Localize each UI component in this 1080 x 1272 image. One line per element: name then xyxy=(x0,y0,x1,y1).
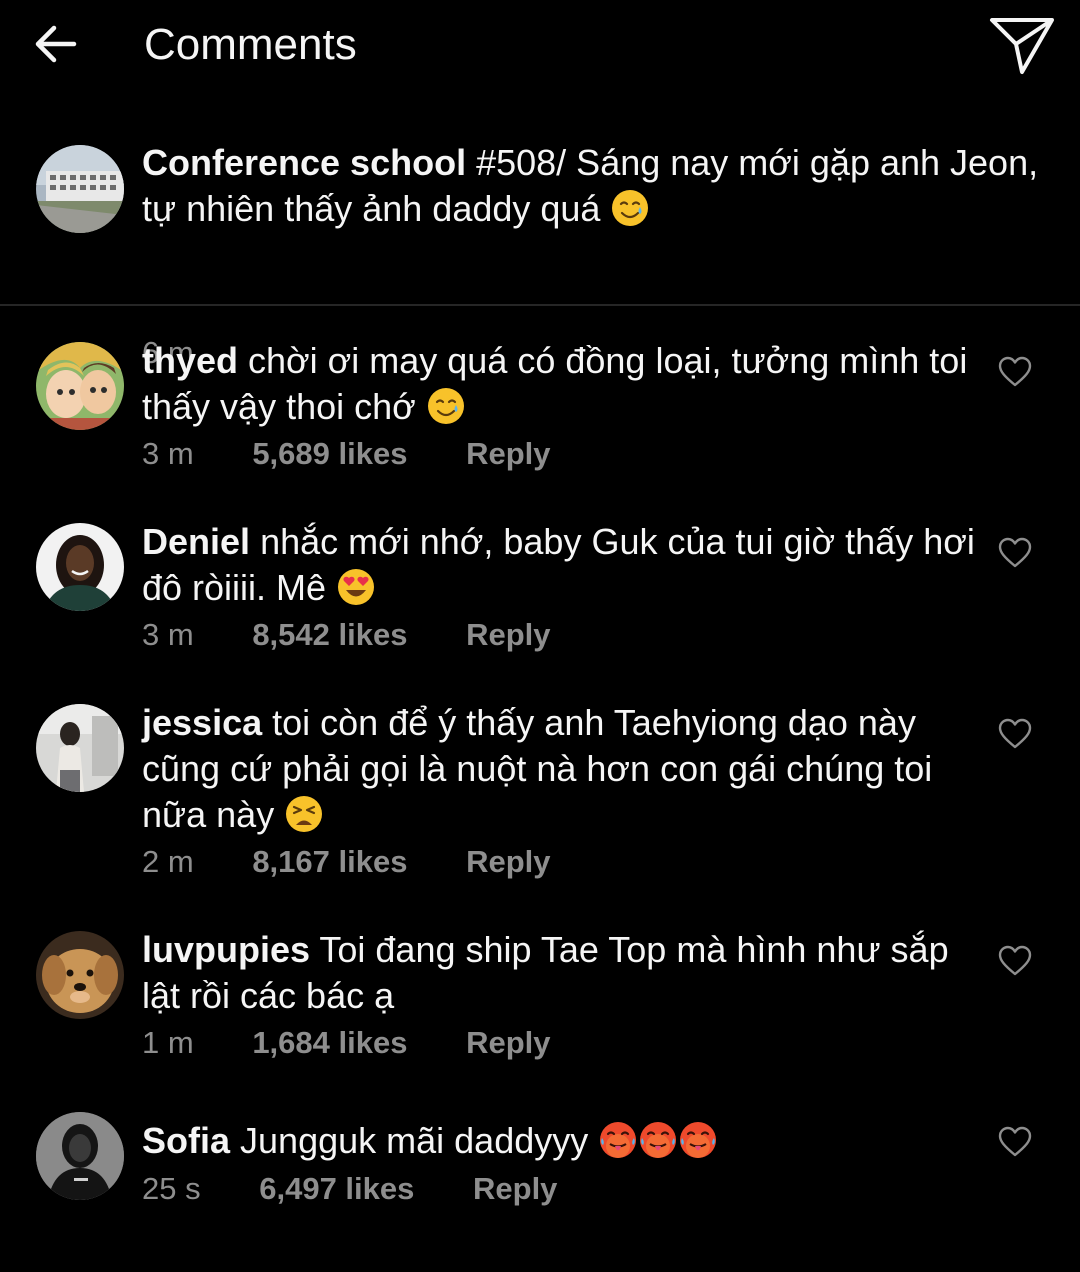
smiling-face-with-tear-emoji xyxy=(427,388,464,424)
comment-body: nhắc mới nhớ, baby Guk của tui giờ thấy … xyxy=(142,521,975,608)
reply-button[interactable]: Reply xyxy=(466,1023,550,1063)
likes-count[interactable]: 8,542 likes xyxy=(252,615,407,655)
comment-item: jessica toi còn để ý thấy anh Taehyiong … xyxy=(0,668,1080,894)
likes-count[interactable]: 8,167 likes xyxy=(252,842,407,882)
avatar[interactable] xyxy=(36,342,124,430)
hot-face-emoji xyxy=(680,1122,717,1158)
comment-item: luvpupies Toi đang ship Tae Top mà hình … xyxy=(0,895,1080,1075)
comment-username[interactable]: thyed xyxy=(142,340,238,381)
comment-item: thyed chời ơi may quá có đồng loại, tưởn… xyxy=(0,306,1080,486)
heart-outline-icon[interactable] xyxy=(998,718,1032,750)
reply-button[interactable]: Reply xyxy=(473,1169,557,1209)
heart-eyes-emoji xyxy=(338,569,375,605)
smiling-face-with-tear-emoji xyxy=(612,190,649,226)
comment-body: Jungguk mãi daddyyy xyxy=(240,1120,589,1161)
avatar[interactable] xyxy=(36,145,124,233)
comment-meta: 2 m 8,167 likes Reply xyxy=(142,842,551,882)
likes-count[interactable]: 1,684 likes xyxy=(252,1023,407,1063)
share-button[interactable] xyxy=(988,14,1056,78)
heart-outline-icon[interactable] xyxy=(998,537,1032,569)
comment-text: jessica toi còn để ý thấy anh Taehyiong … xyxy=(142,700,992,838)
top-bar: Comments xyxy=(0,0,1080,96)
hot-face-emoji xyxy=(640,1122,677,1158)
comment-body: chời ơi may quá có đồng loại, tưởng mình… xyxy=(142,340,968,427)
reply-button[interactable]: Reply xyxy=(466,615,550,655)
timestamp: 1 m xyxy=(142,1025,194,1060)
avatar[interactable] xyxy=(36,523,124,611)
back-button[interactable] xyxy=(30,20,82,68)
likes-count[interactable]: 6,497 likes xyxy=(259,1169,414,1209)
comment-item: Deniel nhắc mới nhớ, baby Guk của tui gi… xyxy=(0,487,1080,667)
comment-text: Deniel nhắc mới nhớ, baby Guk của tui gi… xyxy=(142,519,992,611)
arrow-left-icon xyxy=(35,25,77,63)
avatar[interactable] xyxy=(36,1112,124,1200)
comment-meta: 3 m 5,689 likes Reply xyxy=(142,434,551,474)
comment-meta: 25 s 6,497 likes Reply xyxy=(142,1169,557,1209)
comment-username[interactable]: Sofia xyxy=(142,1120,230,1161)
paper-plane-icon xyxy=(990,18,1054,74)
heart-outline-icon[interactable] xyxy=(998,945,1032,977)
hot-face-emoji xyxy=(600,1122,637,1158)
heart-outline-icon[interactable] xyxy=(998,356,1032,388)
comment-text: luvpupies Toi đang ship Tae Top mà hình … xyxy=(142,927,992,1019)
reply-button[interactable]: Reply xyxy=(466,434,550,474)
comment-username[interactable]: Deniel xyxy=(142,521,250,562)
caption-text: Conference school #508/ Sáng nay mới gặp… xyxy=(142,140,1042,232)
timestamp: 25 s xyxy=(142,1171,201,1206)
page-title: Comments xyxy=(144,20,357,69)
timestamp: 3 m xyxy=(142,617,194,652)
comment-meta: 1 m 1,684 likes Reply xyxy=(142,1023,551,1063)
persevering-face-emoji xyxy=(286,796,323,832)
likes-count[interactable]: 5,689 likes xyxy=(252,434,407,474)
comment-text: thyed chời ơi may quá có đồng loại, tưởn… xyxy=(142,338,992,430)
post-caption: Conference school #508/ Sáng nay mới gặp… xyxy=(0,96,1080,370)
reply-button[interactable]: Reply xyxy=(466,842,550,882)
caption-username[interactable]: Conference school xyxy=(142,142,466,183)
comment-username[interactable]: luvpupies xyxy=(142,929,310,970)
heart-outline-icon[interactable] xyxy=(998,1126,1032,1158)
comment-meta: 3 m 8,542 likes Reply xyxy=(142,615,551,655)
comment-username[interactable]: jessica xyxy=(142,702,262,743)
avatar[interactable] xyxy=(36,931,124,1019)
timestamp: 2 m xyxy=(142,844,194,879)
comment-item: Sofia Jungguk mãi daddyyy 25 s 6,497 lik… xyxy=(0,1076,1080,1272)
comment-text: Sofia Jungguk mãi daddyyy xyxy=(142,1118,992,1164)
timestamp: 3 m xyxy=(142,436,194,471)
avatar[interactable] xyxy=(36,704,124,792)
